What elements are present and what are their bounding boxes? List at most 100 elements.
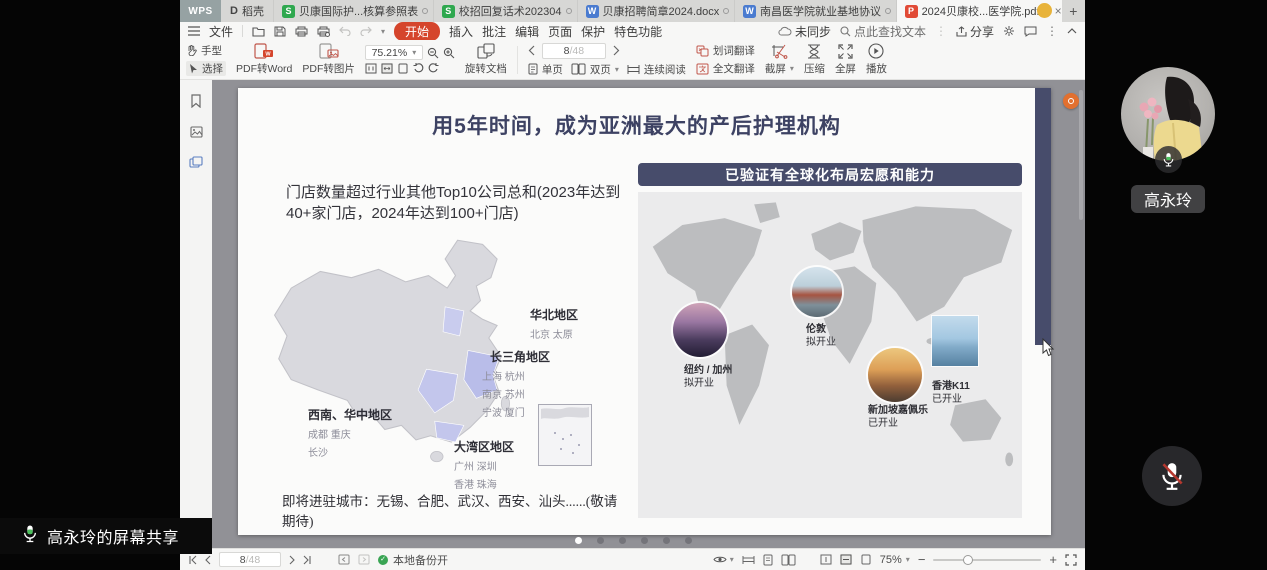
share-button[interactable]: 分享 xyxy=(956,23,994,40)
last-page-icon[interactable] xyxy=(303,555,312,565)
wps-home-button[interactable]: WPS xyxy=(180,0,221,22)
fullscreen-button[interactable]: 全屏 xyxy=(835,44,856,76)
hand-tool-button[interactable]: 手型 xyxy=(186,43,226,58)
vertical-scrollbar[interactable] xyxy=(1079,90,1083,220)
menu-tab-comment[interactable]: 批注 xyxy=(482,23,506,40)
open-folder-icon[interactable] xyxy=(252,26,265,37)
gear-icon[interactable] xyxy=(1003,25,1015,37)
slide-pagination-dots[interactable] xyxy=(575,537,692,544)
menu-tab-protect[interactable]: 保护 xyxy=(581,23,605,40)
zoom-plus-icon[interactable]: + xyxy=(1049,552,1057,567)
menu-tab-edit[interactable]: 编辑 xyxy=(515,23,539,40)
tab-label: 稻壳 xyxy=(242,3,264,19)
bookmark-icon[interactable] xyxy=(190,94,202,108)
zoom-slider[interactable] xyxy=(933,559,1041,561)
status-page-input[interactable]: 8/48 xyxy=(219,552,281,567)
tab-docer[interactable]: D 稻壳 xyxy=(221,0,274,22)
screen-share-banner: 高永玲的屏幕共享 xyxy=(0,518,212,554)
page-dot[interactable] xyxy=(685,537,692,544)
photo-new-york xyxy=(673,303,727,357)
comment-bubble-icon[interactable] xyxy=(1024,26,1037,37)
first-page-icon[interactable] xyxy=(188,555,197,565)
expand-fullscreen-icon[interactable] xyxy=(1065,554,1077,566)
pdf-to-image-button[interactable]: PDF转图片 xyxy=(302,43,355,76)
menu-tab-page[interactable]: 页面 xyxy=(548,23,572,40)
fit-width-icon[interactable] xyxy=(381,63,393,74)
find-text-button[interactable]: 点此查找文本 xyxy=(840,23,926,40)
double-page-view-icon[interactable] xyxy=(781,554,796,566)
redo-icon[interactable] xyxy=(360,26,372,36)
fit-page-status-icon[interactable] xyxy=(860,554,872,565)
page-dot[interactable] xyxy=(619,537,626,544)
next-page-icon[interactable] xyxy=(289,555,295,565)
next-page-icon[interactable] xyxy=(613,45,620,56)
zoom-in-icon[interactable] xyxy=(443,47,455,59)
tab-document-1[interactable]: S 贝康国际护...核算参照表 xyxy=(274,0,434,22)
single-page-view-icon[interactable] xyxy=(763,554,773,566)
screenshot-button[interactable]: 截屏▾ xyxy=(765,44,794,76)
document-view[interactable]: 用5年时间，成为亚洲最大的产后护理机构 门店数量超过行业其他Top10公司总和(… xyxy=(180,80,1085,548)
print-icon[interactable] xyxy=(295,26,308,37)
layers-panel-icon[interactable] xyxy=(189,156,203,168)
single-page-button[interactable]: 单页 xyxy=(528,62,563,77)
zoom-slider-thumb[interactable] xyxy=(963,555,973,565)
page-dot[interactable] xyxy=(575,537,582,544)
full-translate-button[interactable]: 全文翻译 xyxy=(696,61,755,76)
prev-page-icon[interactable] xyxy=(205,555,211,565)
continuous-read-button[interactable]: 连续阅读 xyxy=(627,62,686,77)
save-icon[interactable] xyxy=(274,26,286,37)
print-preview-icon[interactable] xyxy=(317,26,330,37)
tab-document-3[interactable]: W 贝康招聘简章2024.docx xyxy=(578,0,735,22)
close-tab-icon[interactable]: × xyxy=(1054,5,1062,17)
collapse-ribbon-icon[interactable] xyxy=(1067,28,1077,34)
play-button[interactable]: 播放 xyxy=(866,43,887,76)
more-kebab-icon[interactable]: ⋮ xyxy=(1046,24,1058,38)
undo-icon[interactable] xyxy=(339,26,351,36)
account-avatar[interactable] xyxy=(1037,3,1052,18)
chevron-down-icon[interactable]: ▾ xyxy=(381,27,385,36)
rotate-right-icon[interactable] xyxy=(428,63,439,74)
eye-protect-icon[interactable]: ▾ xyxy=(713,555,734,564)
image-panel-icon[interactable] xyxy=(190,126,203,138)
fit-page-icon[interactable] xyxy=(397,63,409,74)
word-translate-button[interactable]: 划词翻译 xyxy=(696,43,755,58)
pdf-to-word-button[interactable]: W PDF转Word xyxy=(236,43,292,76)
fit-width-status-icon[interactable] xyxy=(840,554,852,565)
menu-tab-insert[interactable]: 插入 xyxy=(449,23,473,40)
previous-page-icon[interactable] xyxy=(528,45,535,56)
double-page-button[interactable]: 双页▾ xyxy=(571,62,619,77)
menu-file[interactable]: 文件 xyxy=(209,23,233,40)
fit-actual-size-icon[interactable] xyxy=(365,63,377,74)
fit-height-icon[interactable] xyxy=(820,554,832,565)
page-dot[interactable] xyxy=(597,537,604,544)
page-number-input[interactable]: 8/48 xyxy=(542,43,606,59)
tab-document-4[interactable]: W 南昌医学院就业基地协议 xyxy=(735,0,897,22)
local-backup-status[interactable]: ✓ 本地备份开 xyxy=(378,552,448,568)
tab-label: 贝康招聘简章2024.docx xyxy=(603,3,720,19)
page-back-icon[interactable] xyxy=(338,554,350,565)
self-mic-muted-button[interactable] xyxy=(1142,446,1202,506)
new-tab-button[interactable]: + xyxy=(1062,0,1085,22)
menu-tab-home[interactable]: 开始 xyxy=(394,22,440,41)
assistant-float-badge[interactable] xyxy=(1063,93,1079,109)
zoom-minus-icon[interactable]: − xyxy=(918,552,926,567)
rotate-document-button[interactable]: 旋转文档 xyxy=(465,43,507,76)
coming-soon-text: 即将进驻城市：无锡、合肥、武汉、西安、汕头......(敬请期待) xyxy=(282,490,618,530)
reader-mode-icon[interactable] xyxy=(742,555,755,565)
zoom-value-select[interactable]: 75.21%▾ xyxy=(365,45,423,60)
zoom-level-select[interactable]: 75%▾ xyxy=(880,554,910,566)
menu-tab-features[interactable]: 特色功能 xyxy=(614,23,662,40)
hamburger-menu-icon[interactable] xyxy=(188,26,200,36)
page-dot[interactable] xyxy=(641,537,648,544)
tab-document-2[interactable]: S 校招回复话术202304 xyxy=(434,0,578,22)
page-dot[interactable] xyxy=(663,537,670,544)
slide-title: 用5年时间，成为亚洲最大的产后护理机构 xyxy=(238,110,1035,140)
compress-button[interactable]: 压缩 xyxy=(804,44,825,76)
select-tool-button[interactable]: 选择 xyxy=(186,61,226,76)
divider xyxy=(242,25,243,37)
rotate-left-icon[interactable] xyxy=(413,63,424,74)
kebab-icon[interactable]: ⋮ xyxy=(935,24,947,38)
sync-status[interactable]: 未同步 xyxy=(778,23,831,40)
zoom-out-icon[interactable] xyxy=(427,47,439,59)
page-forward-icon[interactable] xyxy=(358,554,370,565)
